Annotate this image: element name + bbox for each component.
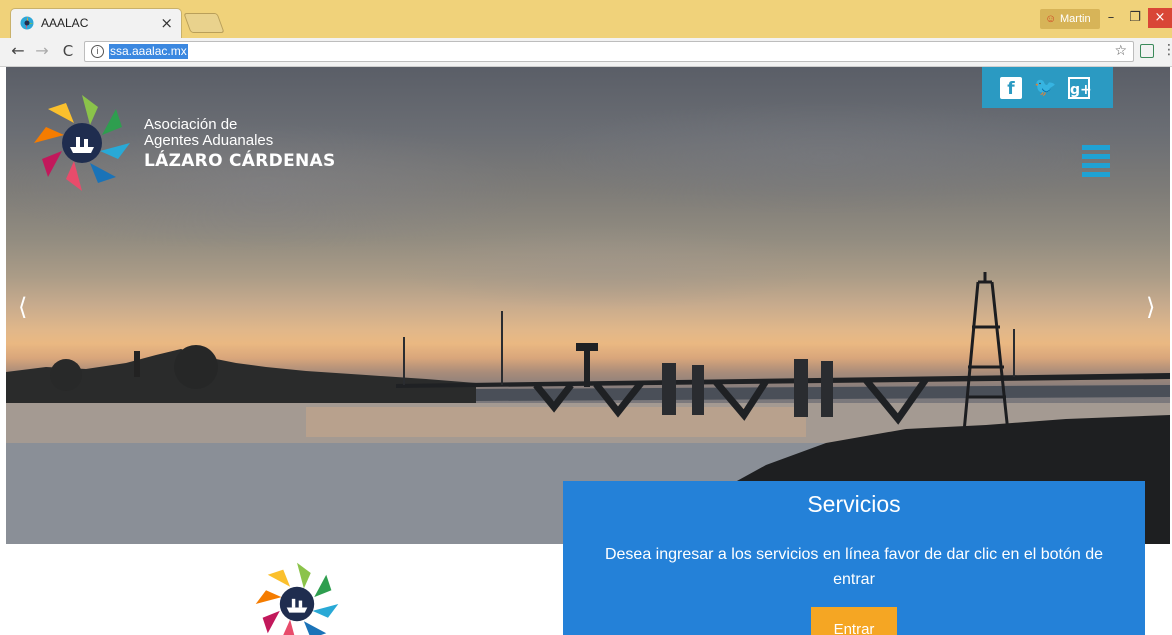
enter-button[interactable]: Entrar: [811, 607, 897, 635]
org-title-line2: Agentes Aduanales: [144, 132, 274, 149]
close-window-button[interactable]: ×: [1148, 8, 1172, 28]
browser-menu-icon[interactable]: ⋮: [1162, 42, 1172, 58]
google-plus-icon[interactable]: g+: [1068, 77, 1092, 99]
org-title-line1: Asociación de: [144, 116, 238, 133]
carousel-next-button[interactable]: ⟩: [1146, 293, 1155, 321]
browser-tab-bar: AAALAC × ☺ Martin – ❐ ×: [0, 0, 1172, 38]
web-page: Asociación de Agentes Aduanales LÁZARO C…: [0, 67, 1172, 635]
footer-logo: [255, 562, 339, 635]
carousel-prev-button[interactable]: ⟨: [18, 293, 27, 321]
maximize-button[interactable]: ❐: [1124, 8, 1146, 28]
new-tab-button[interactable]: [183, 13, 225, 33]
browser-tab[interactable]: AAALAC ×: [10, 8, 182, 38]
facebook-icon[interactable]: f: [1000, 77, 1022, 99]
profile-name: Martin: [1060, 13, 1091, 25]
profile-icon: ☺: [1045, 13, 1057, 25]
back-button[interactable]: ←: [8, 41, 28, 61]
forward-button[interactable]: →: [32, 41, 52, 61]
reload-button[interactable]: C: [58, 41, 78, 61]
hero-slider: Asociación de Agentes Aduanales LÁZARO C…: [6, 67, 1170, 544]
twitter-icon[interactable]: 🐦: [1034, 77, 1056, 99]
services-description: Desea ingresar a los servicios en línea …: [604, 546, 1104, 588]
site-favicon-icon: [20, 16, 34, 30]
extension-icon[interactable]: [1140, 44, 1154, 58]
minimize-button[interactable]: –: [1100, 8, 1122, 28]
tab-close-icon[interactable]: ×: [160, 14, 173, 32]
hamburger-menu-icon[interactable]: [1082, 145, 1110, 177]
browser-toolbar: ← → C i ssa.aaalac.mx ☆ ⋮: [0, 38, 1172, 67]
org-name: LÁZARO CÁRDENAS: [144, 151, 336, 171]
social-links: f 🐦 g+: [982, 67, 1113, 108]
tab-title: AAALAC: [41, 16, 89, 30]
services-title: Servicios: [807, 491, 901, 517]
association-logo: [34, 95, 130, 191]
bookmark-star-icon[interactable]: ☆: [1114, 43, 1127, 59]
services-panel: Servicios Desea ingresar a los servicios…: [563, 481, 1145, 635]
address-bar[interactable]: i ssa.aaalac.mx ☆: [84, 41, 1134, 62]
profile-button[interactable]: ☺ Martin: [1040, 9, 1100, 29]
site-info-icon[interactable]: i: [91, 45, 104, 58]
url-text[interactable]: ssa.aaalac.mx: [109, 44, 188, 59]
